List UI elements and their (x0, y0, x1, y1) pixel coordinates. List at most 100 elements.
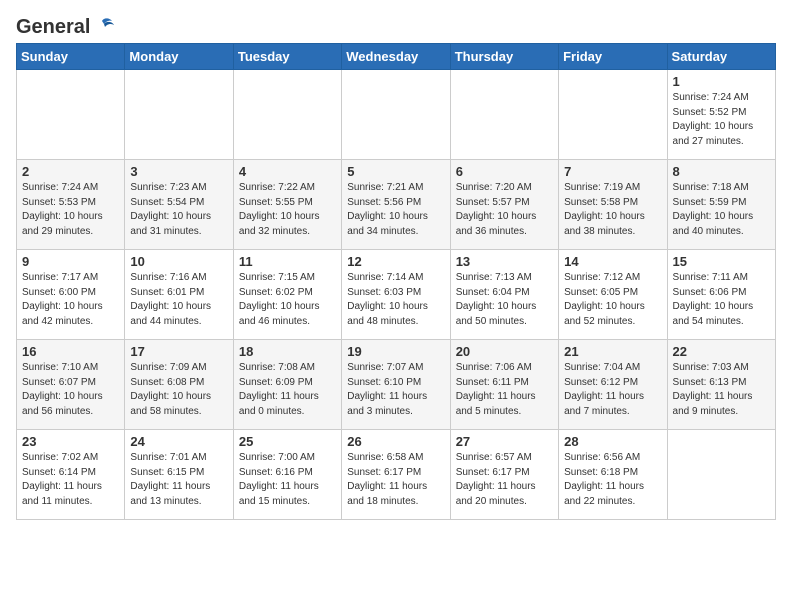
logo-bird-icon (92, 17, 114, 35)
day-info: Sunrise: 6:57 AMSunset: 6:17 PMDaylight:… (456, 451, 553, 509)
page-header: General (16, 16, 776, 35)
calendar-cell (450, 70, 558, 160)
day-info: Sunrise: 7:19 AMSunset: 5:58 PMDaylight:… (564, 181, 661, 239)
calendar-cell: 18Sunrise: 7:08 AMSunset: 6:09 PMDayligh… (233, 340, 341, 430)
day-info: Sunrise: 6:56 AMSunset: 6:18 PMDaylight:… (564, 451, 661, 509)
day-info: Sunrise: 7:13 AMSunset: 6:04 PMDaylight:… (456, 271, 553, 329)
day-number: 27 (456, 434, 553, 449)
day-info: Sunrise: 7:10 AMSunset: 6:07 PMDaylight:… (22, 361, 119, 419)
weekday-header-monday: Monday (125, 44, 233, 70)
logo-text-general: General (16, 16, 90, 39)
day-number: 11 (239, 254, 336, 269)
day-info: Sunrise: 7:06 AMSunset: 6:11 PMDaylight:… (456, 361, 553, 419)
calendar-cell: 25 Sunrise: 7:00 AMSunset: 6:16 PMDayligh… (233, 430, 341, 520)
day-info: Sunrise: 7:22 AMSunset: 5:55 PMDaylight:… (239, 181, 336, 239)
day-info: Sunrise: 7:02 AMSunset: 6:14 PMDaylight:… (22, 451, 119, 509)
day-number: 13 (456, 254, 553, 269)
day-info: Sunrise: 6:58 AMSunset: 6:17 PMDaylight:… (347, 451, 444, 509)
day-info: Sunrise: 7:17 AMSunset: 6:00 PMDaylight:… (22, 271, 119, 329)
calendar-cell: 23Sunrise: 7:02 AMSunset: 6:14 PMDayligh… (17, 430, 125, 520)
day-number: 20 (456, 344, 553, 359)
day-info: Sunrise: 7:24 AMSunset: 5:53 PMDaylight:… (22, 181, 119, 239)
day-number: 12 (347, 254, 444, 269)
calendar-cell: 20 Sunrise: 7:06 AMSunset: 6:11 PMDayligh… (450, 340, 558, 430)
calendar-cell (342, 70, 450, 160)
day-number: 25 (239, 434, 336, 449)
calendar-cell: 21 Sunrise: 7:04 AMSunset: 6:12 PMDayligh… (559, 340, 667, 430)
calendar-cell: 2 Sunrise: 7:24 AMSunset: 5:53 PMDaylight… (17, 160, 125, 250)
calendar-cell: 15 Sunrise: 7:11 AMSunset: 6:06 PMDayligh… (667, 250, 775, 340)
calendar-cell (125, 70, 233, 160)
calendar-cell: 16 Sunrise: 7:10 AMSunset: 6:07 PMDayligh… (17, 340, 125, 430)
day-number: 3 (130, 164, 227, 179)
weekday-header-thursday: Thursday (450, 44, 558, 70)
day-info: Sunrise: 7:00 AMSunset: 6:16 PMDaylight:… (239, 451, 336, 509)
day-info: Sunrise: 7:23 AMSunset: 5:54 PMDaylight:… (130, 181, 227, 239)
calendar-week-2: 2 Sunrise: 7:24 AMSunset: 5:53 PMDaylight… (17, 160, 776, 250)
calendar-cell: 7 Sunrise: 7:19 AMSunset: 5:58 PMDaylight… (559, 160, 667, 250)
weekday-header-saturday: Saturday (667, 44, 775, 70)
day-number: 22 (673, 344, 770, 359)
day-number: 8 (673, 164, 770, 179)
weekday-header-friday: Friday (559, 44, 667, 70)
day-info: Sunrise: 7:24 AMSunset: 5:52 PMDaylight:… (673, 91, 770, 149)
weekday-header-sunday: Sunday (17, 44, 125, 70)
calendar-cell: 19 Sunrise: 7:07 AMSunset: 6:10 PMDayligh… (342, 340, 450, 430)
calendar-cell: 10Sunrise: 7:16 AMSunset: 6:01 PMDayligh… (125, 250, 233, 340)
calendar-cell: 26 Sunrise: 6:58 AMSunset: 6:17 PMDayligh… (342, 430, 450, 520)
calendar-cell (667, 430, 775, 520)
day-info: Sunrise: 7:12 AMSunset: 6:05 PMDaylight:… (564, 271, 661, 329)
logo: General (16, 16, 114, 35)
day-number: 10 (130, 254, 227, 269)
calendar-week-1: 1 Sunrise: 7:24 AMSunset: 5:52 PMDaylight… (17, 70, 776, 160)
calendar-week-3: 9 Sunrise: 7:17 AMSunset: 6:00 PMDaylight… (17, 250, 776, 340)
day-info: Sunrise: 7:21 AMSunset: 5:56 PMDaylight:… (347, 181, 444, 239)
day-number: 16 (22, 344, 119, 359)
calendar-week-5: 23Sunrise: 7:02 AMSunset: 6:14 PMDayligh… (17, 430, 776, 520)
day-number: 28 (564, 434, 661, 449)
day-number: 7 (564, 164, 661, 179)
calendar-cell: 8 Sunrise: 7:18 AMSunset: 5:59 PMDaylight… (667, 160, 775, 250)
calendar-header-row: SundayMondayTuesdayWednesdayThursdayFrid… (17, 44, 776, 70)
day-number: 4 (239, 164, 336, 179)
day-number: 2 (22, 164, 119, 179)
calendar-cell (233, 70, 341, 160)
day-info: Sunrise: 7:11 AMSunset: 6:06 PMDaylight:… (673, 271, 770, 329)
calendar-week-4: 16 Sunrise: 7:10 AMSunset: 6:07 PMDayligh… (17, 340, 776, 430)
calendar-cell: 14 Sunrise: 7:12 AMSunset: 6:05 PMDayligh… (559, 250, 667, 340)
calendar-cell: 6 Sunrise: 7:20 AMSunset: 5:57 PMDaylight… (450, 160, 558, 250)
day-number: 19 (347, 344, 444, 359)
day-info: Sunrise: 7:20 AMSunset: 5:57 PMDaylight:… (456, 181, 553, 239)
calendar-cell: 4 Sunrise: 7:22 AMSunset: 5:55 PMDaylight… (233, 160, 341, 250)
day-number: 6 (456, 164, 553, 179)
calendar-cell: 24 Sunrise: 7:01 AMSunset: 6:15 PMDayligh… (125, 430, 233, 520)
day-info: Sunrise: 7:15 AMSunset: 6:02 PMDaylight:… (239, 271, 336, 329)
day-info: Sunrise: 7:14 AMSunset: 6:03 PMDaylight:… (347, 271, 444, 329)
day-info: Sunrise: 7:03 AMSunset: 6:13 PMDaylight:… (673, 361, 770, 419)
calendar-cell: 9 Sunrise: 7:17 AMSunset: 6:00 PMDaylight… (17, 250, 125, 340)
calendar-cell: 22 Sunrise: 7:03 AMSunset: 6:13 PMDayligh… (667, 340, 775, 430)
calendar-cell: 12 Sunrise: 7:14 AMSunset: 6:03 PMDayligh… (342, 250, 450, 340)
day-info: Sunrise: 7:18 AMSunset: 5:59 PMDaylight:… (673, 181, 770, 239)
day-info: Sunrise: 7:07 AMSunset: 6:10 PMDaylight:… (347, 361, 444, 419)
day-info: Sunrise: 7:04 AMSunset: 6:12 PMDaylight:… (564, 361, 661, 419)
day-number: 15 (673, 254, 770, 269)
weekday-header-wednesday: Wednesday (342, 44, 450, 70)
day-info: Sunrise: 7:08 AMSunset: 6:09 PMDaylight:… (239, 361, 336, 419)
day-number: 26 (347, 434, 444, 449)
day-number: 24 (130, 434, 227, 449)
day-number: 14 (564, 254, 661, 269)
calendar-cell: 5Sunrise: 7:21 AMSunset: 5:56 PMDaylight… (342, 160, 450, 250)
day-info: Sunrise: 7:01 AMSunset: 6:15 PMDaylight:… (130, 451, 227, 509)
calendar-cell: 17 Sunrise: 7:09 AMSunset: 6:08 PMDayligh… (125, 340, 233, 430)
day-number: 1 (673, 74, 770, 89)
calendar-cell: 13 Sunrise: 7:13 AMSunset: 6:04 PMDayligh… (450, 250, 558, 340)
day-number: 21 (564, 344, 661, 359)
calendar-cell: 1 Sunrise: 7:24 AMSunset: 5:52 PMDaylight… (667, 70, 775, 160)
calendar-cell: 11 Sunrise: 7:15 AMSunset: 6:02 PMDayligh… (233, 250, 341, 340)
day-number: 9 (22, 254, 119, 269)
day-info: Sunrise: 7:09 AMSunset: 6:08 PMDaylight:… (130, 361, 227, 419)
calendar-cell: 3 Sunrise: 7:23 AMSunset: 5:54 PMDaylight… (125, 160, 233, 250)
day-number: 17 (130, 344, 227, 359)
calendar-cell (559, 70, 667, 160)
